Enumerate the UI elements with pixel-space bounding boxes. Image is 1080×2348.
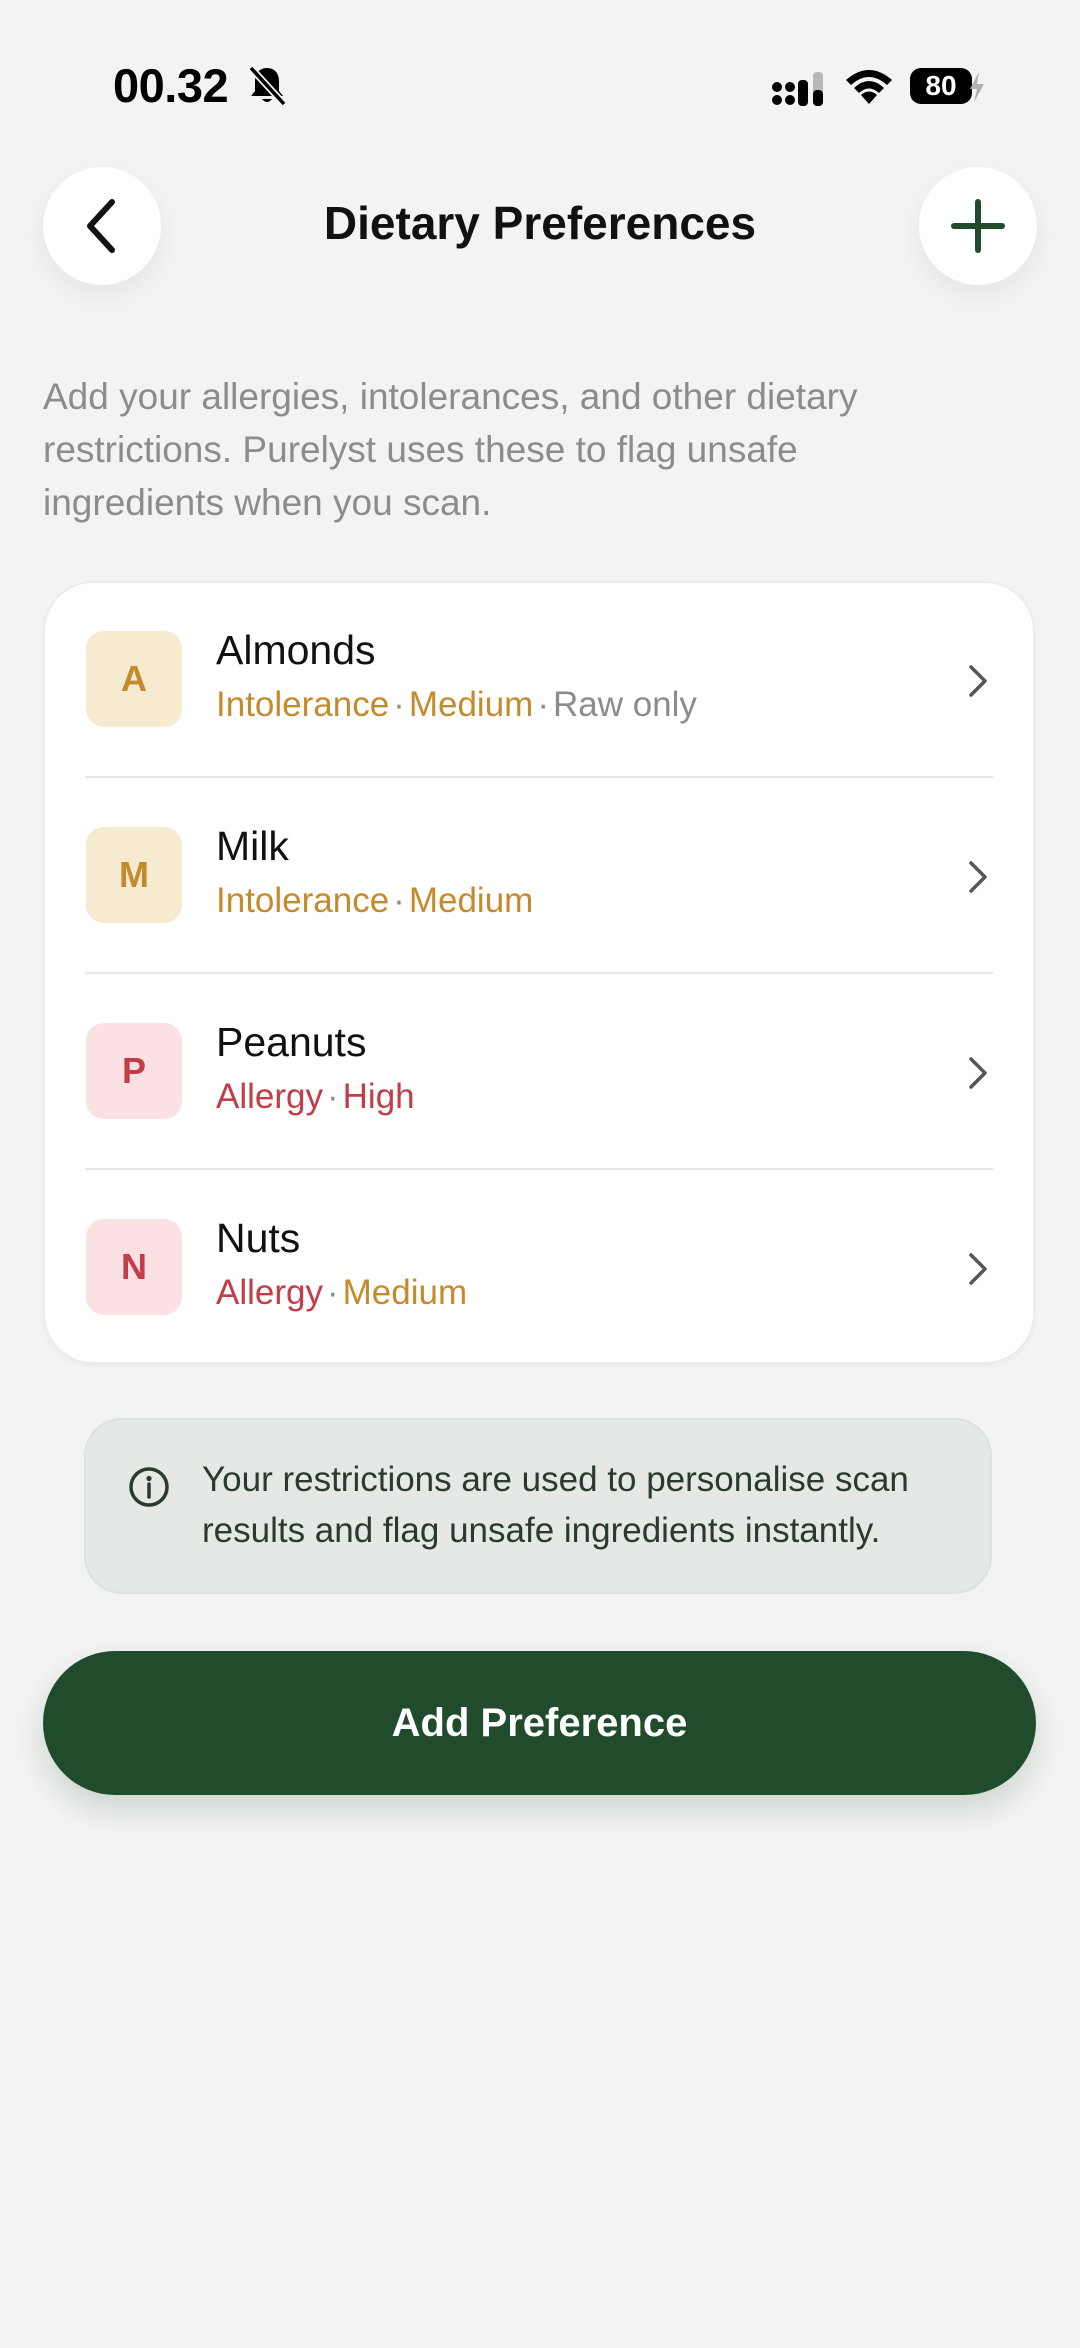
battery-level: 80 — [910, 68, 972, 104]
chevron-right-icon — [969, 1253, 987, 1285]
preference-severity: Medium — [408, 685, 534, 724]
chevron-right-icon — [969, 861, 987, 893]
list-item-nuts[interactable]: N Nuts Allergy · Medium — [43, 1169, 1035, 1365]
page-description: Add your allergies, intolerances, and ot… — [43, 376, 858, 523]
wifi-icon — [846, 70, 892, 104]
preference-type: Allergy — [216, 1077, 323, 1116]
preference-type: Allergy — [216, 1273, 323, 1312]
initial-badge: N — [86, 1219, 182, 1315]
battery-icon: 80 — [910, 68, 986, 106]
add-preference-button[interactable]: Add Preference — [43, 1651, 1036, 1795]
info-notice: Your restrictions are used to personalis… — [84, 1418, 992, 1594]
preference-type: Intolerance — [216, 881, 390, 920]
preference-meta: Intolerance · Medium — [216, 881, 534, 920]
preference-name: Milk — [216, 823, 289, 869]
preference-type: Intolerance — [216, 685, 390, 724]
status-bar: 00.32 80 — [0, 0, 1080, 150]
preference-name: Peanuts — [216, 1019, 367, 1065]
preference-severity: High — [342, 1077, 415, 1116]
preference-meta: Allergy · High — [216, 1077, 415, 1116]
chevron-right-icon — [969, 1057, 987, 1089]
chevron-right-icon — [969, 665, 987, 697]
add-preference-icon-button[interactable] — [919, 167, 1037, 285]
list-item-peanuts[interactable]: P Peanuts Allergy · High — [43, 973, 1035, 1169]
signal-icon — [772, 72, 823, 106]
preference-meta: Intolerance · Medium · Raw only — [216, 685, 697, 724]
preference-severity: Medium — [342, 1273, 468, 1312]
preference-name: Almonds — [216, 627, 376, 673]
preference-severity: Medium — [408, 881, 534, 920]
list-item-almonds[interactable]: A Almonds Intolerance · Medium · Raw only — [43, 581, 1035, 777]
preference-note: Raw only — [552, 685, 697, 724]
initial-badge: M — [86, 827, 182, 923]
preferences-list: A Almonds Intolerance · Medium · Raw only M … — [43, 581, 1035, 1364]
plus-icon — [951, 199, 1005, 253]
info-circle-icon — [129, 1467, 169, 1507]
charging-bolt-icon — [970, 72, 984, 102]
preference-meta: Allergy · Medium — [216, 1273, 468, 1312]
status-time: 00.32 — [113, 59, 229, 112]
bell-slash-icon — [248, 65, 287, 107]
page-title: Dietary Preferences — [323, 197, 757, 249]
initial-badge: A — [86, 631, 182, 727]
info-text: Your restrictions are used to personalis… — [202, 1460, 909, 1550]
preference-name: Nuts — [216, 1215, 301, 1261]
list-item-milk[interactable]: M Milk Intolerance · Medium — [43, 777, 1035, 973]
initial-badge: P — [86, 1023, 182, 1119]
